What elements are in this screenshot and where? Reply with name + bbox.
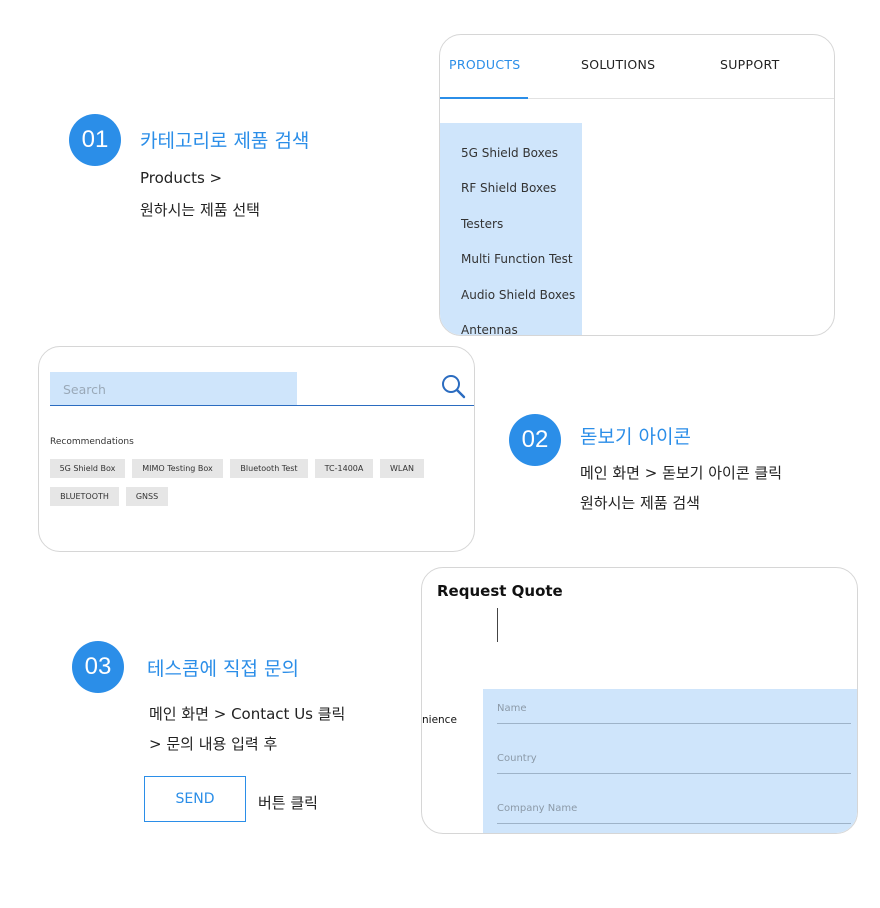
step-3-number: 03 [84,653,112,680]
quote-form-panel: Name Country Company Name [483,689,857,833]
tag-bluetooth[interactable]: BLUETOOTH [50,487,119,506]
step-1-line-1: Products > [140,169,223,187]
dropdown-item-testers[interactable]: Testers [461,217,503,231]
step-2-line-1: 메인 화면 > 돋보기 아이콘 클릭 [580,464,783,482]
step-3-after-send: 버튼 클릭 [258,794,318,812]
text-cursor [497,608,498,642]
country-placeholder: Country [497,753,537,764]
search-underline [50,405,474,406]
tag-5g-shield-box[interactable]: 5G Shield Box [50,459,125,478]
tag-gnss[interactable]: GNSS [126,487,168,506]
tab-products[interactable]: PRODUCTS [449,57,521,72]
tag-wlan[interactable]: WLAN [380,459,424,478]
step-3-badge: 03 [72,641,124,693]
name-field[interactable]: Name [497,689,851,724]
step-3-line-2: > 문의 내용 입력 후 [149,735,278,753]
search-card: Search Recommendations 5G Shield Box MIM… [38,346,475,552]
step-2-title: 돋보기 아이콘 [580,426,691,448]
request-quote-card: Request Quote nience Name Country Compan… [421,567,858,834]
step-1-badge: 01 [69,114,121,166]
step-1-title: 카테고리로 제품 검색 [140,130,310,152]
search-placeholder: Search [63,382,106,397]
dropdown-item-antennas[interactable]: Antennas [461,323,518,335]
tab-support[interactable]: SUPPORT [720,57,780,72]
recommendations-label: Recommendations [50,437,134,447]
products-menu-card: PRODUCTS SOLUTIONS SUPPORT 5G Shield Box… [439,34,835,336]
step-3-title: 테스콤에 직접 문의 [147,658,299,680]
tab-solutions[interactable]: SOLUTIONS [581,57,655,72]
dropdown-item-5g-shield-boxes[interactable]: 5G Shield Boxes [461,146,558,160]
request-quote-title: Request Quote [437,582,563,600]
send-button[interactable]: SEND [144,776,246,822]
company-name-field[interactable]: Company Name [497,789,851,824]
dropdown-item-rf-shield-boxes[interactable]: RF Shield Boxes [461,181,556,195]
step-2-line-2: 원하시는 제품 검색 [580,494,700,512]
dropdown-item-multi-function-test[interactable]: Multi Function Test [461,252,573,266]
tag-tc-1400a[interactable]: TC-1400A [315,459,373,478]
side-label: nience [422,714,457,726]
company-name-placeholder: Company Name [497,803,578,814]
step-1-line-2: 원하시는 제품 선택 [140,201,260,219]
country-field[interactable]: Country [497,739,851,774]
step-1-number: 01 [81,126,109,153]
tag-mimo-testing-box[interactable]: MIMO Testing Box [132,459,223,478]
dropdown-item-audio-shield-boxes[interactable]: Audio Shield Boxes [461,288,575,302]
step-2-number: 02 [521,426,549,453]
tag-bluetooth-test[interactable]: Bluetooth Test [230,459,308,478]
active-tab-indicator [440,97,528,99]
step-2-badge: 02 [509,414,561,466]
step-3-line-1: 메인 화면 > Contact Us 클릭 [149,705,346,723]
products-dropdown: 5G Shield Boxes RF Shield Boxes Testers … [440,123,582,335]
name-placeholder: Name [497,703,527,714]
send-button-label: SEND [175,791,215,807]
search-icon[interactable] [440,373,466,399]
search-input[interactable]: Search [50,372,297,405]
